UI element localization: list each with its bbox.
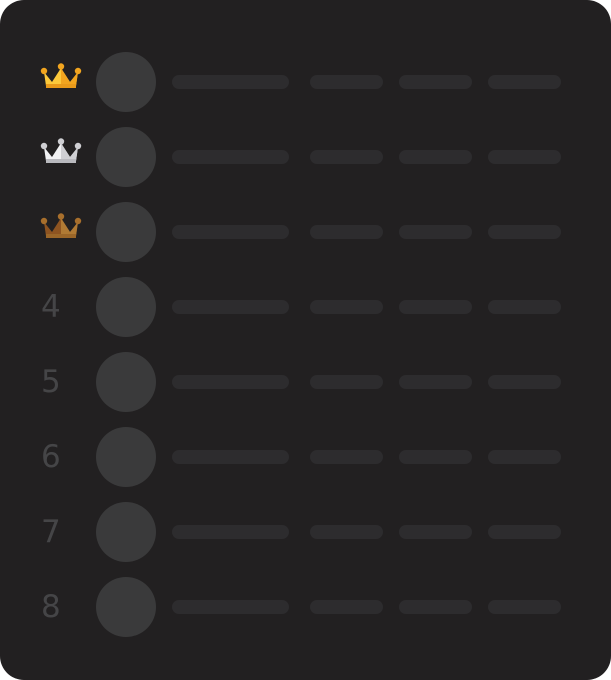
stat-skeleton [399,450,472,464]
rank-cell: 4 [40,277,82,337]
stat-skeleton [310,525,383,539]
rank-cell: 5 [40,352,82,412]
stat-skeleton [399,525,472,539]
name-skeleton [172,75,289,89]
name-skeleton [172,600,289,614]
rank-cell: 7 [40,502,82,562]
avatar-placeholder [96,52,156,112]
rank-number: 7 [41,514,61,550]
rank-number: 5 [41,364,61,400]
leaderboard-row[interactable]: 7 [0,502,611,562]
stat-skeleton [488,600,561,614]
avatar-placeholder [96,502,156,562]
name-skeleton [172,375,289,389]
gold-crown-icon [40,63,82,88]
name-skeleton [172,300,289,314]
leaderboard-row[interactable]: 5 [0,352,611,412]
rank-cell [40,52,82,112]
bronze-crown-icon [40,213,82,238]
stat-skeleton [399,225,472,239]
avatar-placeholder [96,127,156,187]
name-skeleton [172,525,289,539]
stat-skeleton [399,150,472,164]
stat-skeleton [488,150,561,164]
leaderboard-row[interactable]: 6 [0,427,611,487]
rank-cell: 8 [40,577,82,637]
stat-skeleton [399,600,472,614]
leaderboard-row[interactable] [0,202,611,262]
stat-skeleton [310,600,383,614]
silver-crown-icon [40,138,82,163]
avatar-placeholder [96,577,156,637]
leaderboard-row[interactable]: 8 [0,577,611,637]
stat-skeleton [488,75,561,89]
avatar-placeholder [96,352,156,412]
stat-skeleton [488,450,561,464]
leaderboard-row[interactable] [0,52,611,112]
stat-skeleton [310,300,383,314]
stat-skeleton [310,150,383,164]
rank-cell [40,202,82,262]
name-skeleton [172,150,289,164]
rank-cell: 6 [40,427,82,487]
stat-skeleton [488,300,561,314]
stat-skeleton [488,525,561,539]
name-skeleton [172,225,289,239]
stat-skeleton [399,75,472,89]
leaderboard-row[interactable]: 4 [0,277,611,337]
stat-skeleton [310,75,383,89]
stat-skeleton [488,375,561,389]
leaderboard-row[interactable] [0,127,611,187]
stat-skeleton [310,450,383,464]
leaderboard-list: 4 5 6 7 8 [0,52,611,652]
name-skeleton [172,450,289,464]
avatar-placeholder [96,427,156,487]
leaderboard-card: 4 5 6 7 8 [0,0,611,680]
stat-skeleton [310,375,383,389]
stat-skeleton [488,225,561,239]
rank-number: 6 [41,439,61,475]
stat-skeleton [399,375,472,389]
stat-skeleton [399,300,472,314]
stat-skeleton [310,225,383,239]
rank-cell [40,127,82,187]
rank-number: 8 [41,589,61,625]
avatar-placeholder [96,202,156,262]
avatar-placeholder [96,277,156,337]
rank-number: 4 [41,289,61,325]
